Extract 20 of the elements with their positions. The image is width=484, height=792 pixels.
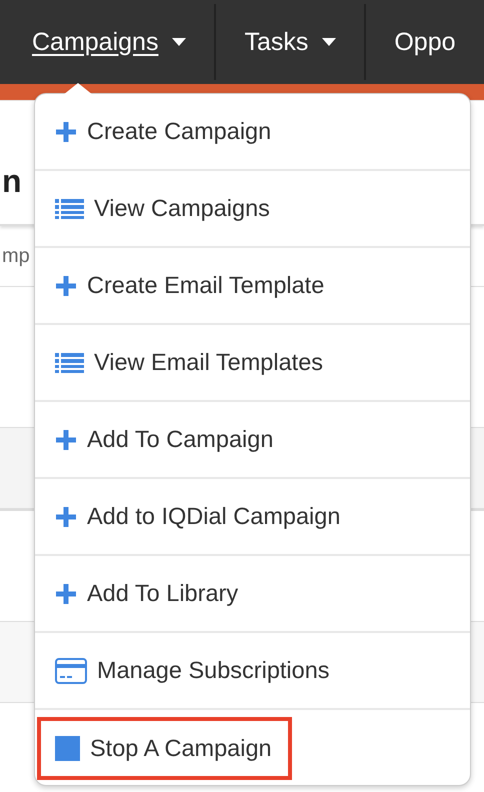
list-icon <box>55 198 84 220</box>
menu-item[interactable]: Create Campaign <box>37 110 290 153</box>
plus-icon <box>55 506 77 528</box>
nav-menu-item[interactable]: Oppo <box>366 0 484 84</box>
nav-menu-item[interactable]: Tasks <box>216 0 364 84</box>
menu-item[interactable]: Create Email Template <box>37 264 342 307</box>
nav-menu-item[interactable]: Campaigns <box>32 0 214 84</box>
menu-item[interactable]: View Email Templates <box>37 341 342 384</box>
credit-card-icon <box>55 658 87 684</box>
menu-item[interactable]: Add To Campaign <box>37 418 292 461</box>
plus-icon <box>55 428 77 450</box>
menu-item[interactable]: Stop A Campaign <box>37 717 292 780</box>
plus-icon <box>55 582 77 604</box>
plus-icon <box>55 274 77 296</box>
list-icon <box>55 352 84 374</box>
plus-icon <box>55 120 77 142</box>
menu-item[interactable]: Manage Subscriptions <box>37 649 348 692</box>
stop-icon <box>55 736 80 761</box>
menu-item[interactable]: Add To Library <box>37 572 256 615</box>
menu-item[interactable]: Add to IQDial Campaign <box>37 495 358 538</box>
